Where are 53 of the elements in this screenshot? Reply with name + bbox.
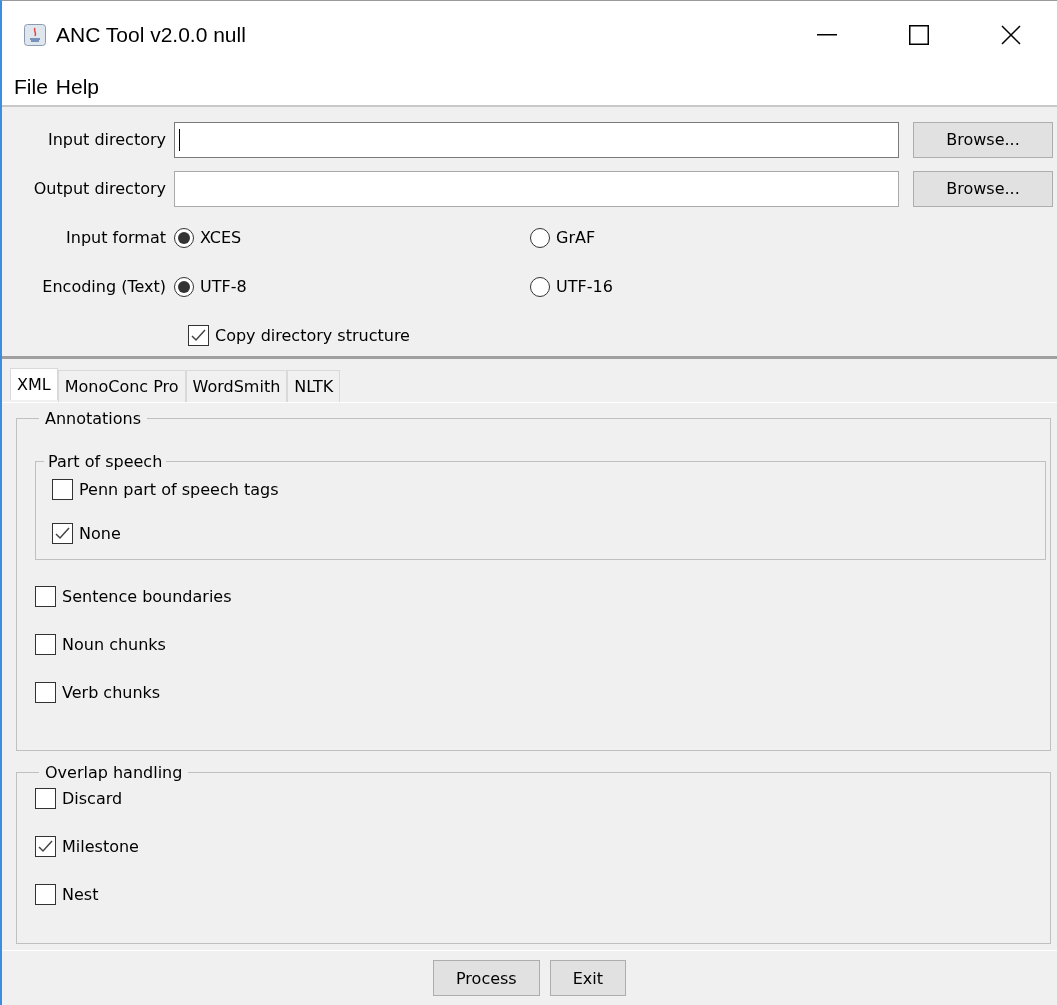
input-field[interactable] (174, 121, 899, 158)
check-icon (55, 526, 70, 540)
checkbox[interactable] (188, 325, 209, 346)
tab[interactable]: MonoConc Pro (57, 370, 186, 402)
checkbox[interactable] (35, 883, 56, 905)
action-button[interactable]: Process (433, 960, 540, 996)
radio-button[interactable] (530, 227, 550, 248)
action-button[interactable]: Exit (549, 960, 626, 996)
check-icon (38, 839, 53, 853)
field-label: Output directory (33, 179, 166, 198)
checkbox[interactable] (35, 585, 56, 607)
tab[interactable]: WordSmith (185, 370, 288, 402)
radio-label: GrAF (556, 228, 596, 247)
checkbox-label: Copy directory structure (215, 326, 410, 345)
radio-button[interactable] (174, 227, 194, 248)
input-field[interactable] (174, 170, 899, 207)
checkbox[interactable] (35, 835, 56, 857)
tab[interactable]: XML (10, 368, 58, 400)
browse-button[interactable]: Browse... (913, 170, 1053, 207)
radio-button[interactable] (530, 276, 550, 297)
checkbox[interactable] (52, 522, 73, 544)
close-icon (1001, 25, 1021, 45)
checkbox-label: Sentence boundaries (62, 586, 232, 606)
field-label: Input format (66, 228, 166, 247)
check-icon (191, 329, 206, 342)
checkbox-label: Noun chunks (62, 634, 166, 654)
checkbox[interactable] (35, 787, 56, 809)
radio-label: XCES (200, 228, 242, 247)
checkbox-label: Nest (62, 884, 99, 904)
menu-item[interactable]: Help (55, 75, 100, 99)
app-icon (24, 24, 46, 46)
checkbox[interactable] (35, 633, 56, 655)
group-title: Part of speech (47, 452, 164, 471)
checkbox[interactable] (35, 681, 56, 703)
field-label: Input directory (47, 130, 166, 149)
radio-label: UTF-8 (200, 277, 247, 296)
browse-button[interactable]: Browse... (913, 121, 1053, 158)
radio-button[interactable] (174, 276, 194, 297)
checkbox-label: Verb chunks (62, 682, 161, 702)
window-title: ANC Tool v2.0.0 null (56, 23, 247, 47)
tab[interactable]: NLTK (287, 370, 341, 402)
checkbox-label: None (79, 523, 121, 543)
checkbox-label: Penn part of speech tags (79, 479, 279, 499)
group-title: Overlap handling (44, 763, 184, 782)
checkbox-label: Discard (62, 788, 123, 808)
menu-item[interactable]: File (14, 75, 48, 99)
checkbox-label: Milestone (62, 836, 139, 856)
checkbox[interactable] (52, 478, 73, 500)
minimize-icon (817, 34, 837, 36)
group-title: Annotations (44, 409, 143, 428)
maximize-icon (909, 25, 929, 45)
field-label: Encoding (Text) (42, 277, 166, 296)
radio-label: UTF-16 (556, 277, 613, 296)
